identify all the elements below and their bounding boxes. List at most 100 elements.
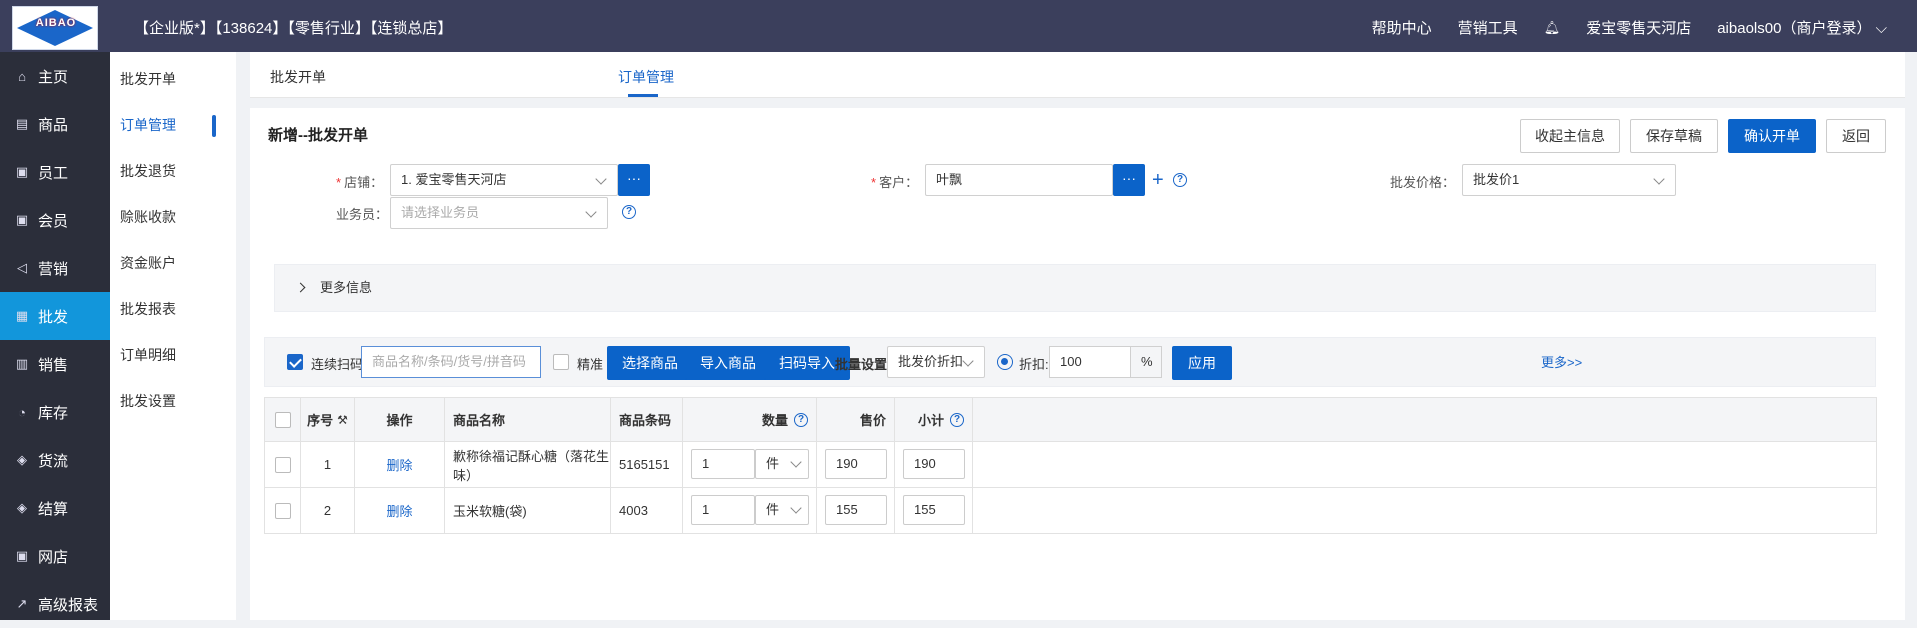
home-icon: ⌂ <box>18 68 26 84</box>
price-value: 155 <box>836 502 858 517</box>
unit-select[interactable]: 件 <box>755 449 809 479</box>
sidebar-item-6[interactable]: ▥ 销售 <box>0 340 110 388</box>
customer-picker-button[interactable]: ··· <box>1113 164 1145 196</box>
discount-radio[interactable] <box>997 354 1013 370</box>
chevron-down-icon <box>595 173 607 185</box>
tab-order-management[interactable]: 订单管理 <box>618 67 674 87</box>
chevron-down-icon: ⌵ <box>1875 20 1887 37</box>
sidebar-item-label: 会员 <box>38 212 69 230</box>
qty-help-icon[interactable]: ? <box>794 412 808 427</box>
price-input[interactable]: 155 <box>825 495 887 525</box>
goods-search-input[interactable]: 商品名称/条码/货号/拼音码 <box>361 346 541 378</box>
marketing-tools-link[interactable]: 营销工具 <box>1458 17 1518 38</box>
seq-cell: 1 <box>301 442 355 487</box>
price-level-select[interactable]: 批发价1 <box>1462 164 1676 196</box>
salesman-select[interactable]: 请选择业务员 <box>390 197 608 229</box>
sidebar-item-label: 货流 <box>38 452 69 470</box>
percent-text: % <box>1141 354 1153 369</box>
more-info-toggle[interactable]: 更多信息 <box>274 264 1876 312</box>
aibao-logo[interactable]: AIBAO <box>12 6 98 50</box>
sales-icon: ▥ <box>15 356 29 371</box>
tab-wholesale-order[interactable]: 批发开单 <box>270 67 326 87</box>
row-checkbox[interactable] <box>274 502 291 519</box>
apply-button[interactable]: 应用 <box>1172 346 1232 380</box>
submenu-item-0[interactable]: 批发开单 <box>110 56 236 102</box>
select-goods-button[interactable]: 选择商品 <box>607 346 693 380</box>
sidebar-item-1[interactable]: ▤ 商品 <box>0 100 110 148</box>
customer-help-icon[interactable]: ? <box>1173 173 1187 187</box>
save-draft-button[interactable]: 保存草稿 <box>1630 119 1718 153</box>
wrench-icon[interactable]: ⚒ <box>337 413 348 427</box>
subtotal-input[interactable]: 155 <box>903 495 965 525</box>
qty-input[interactable]: 1 <box>691 495 755 525</box>
submenu-item-5[interactable]: 批发报表 <box>110 286 236 332</box>
batch-setting-select[interactable]: 批发价折扣 <box>887 346 985 378</box>
more-link[interactable]: 更多>> <box>1541 352 1582 371</box>
user-menu[interactable]: aibaols00（商户登录） ⌵ <box>1717 17 1887 38</box>
store-name[interactable]: 爱宝零售天河店 <box>1586 17 1691 38</box>
sidebar-item-label: 结算 <box>38 500 69 518</box>
sidebar-item-4[interactable]: ◁ 营销 <box>0 244 110 292</box>
top-bar: AIBAO 【企业版*】【138624】【零售行业】【连锁总店】 帮助中心 营销… <box>0 0 1917 52</box>
submenu-item-6[interactable]: 订单明细 <box>110 332 236 378</box>
name-header: 商品名称 <box>445 398 611 441</box>
discount-input[interactable]: 100 <box>1049 346 1131 378</box>
sidebar-item-7[interactable]: ◔ 库存 <box>0 388 110 436</box>
delete-link[interactable]: 删除 <box>355 442 445 487</box>
store-select[interactable]: 1. 爱宝零售天河店 <box>390 164 618 196</box>
submenu-item-1[interactable]: 订单管理 <box>110 102 236 148</box>
submenu-item-3[interactable]: 赊账收款 <box>110 194 236 240</box>
sidebar-item-label: 商品 <box>38 116 69 134</box>
price-level-value: 批发价1 <box>1473 172 1520 187</box>
barcode-header: 商品条码 <box>611 398 683 441</box>
seq-header-label: 序号 <box>307 413 334 428</box>
more-info-label: 更多信息 <box>320 280 373 295</box>
member-icon: ▣ <box>15 212 29 227</box>
import-goods-button[interactable]: 导入商品 <box>685 346 771 380</box>
store-label-text: 店铺： <box>344 175 384 190</box>
sidebar-item-3[interactable]: ▣ 会员 <box>0 196 110 244</box>
submenu-item-4[interactable]: 资金账户 <box>110 240 236 286</box>
submenu-item-7[interactable]: 批发设置 <box>110 378 236 424</box>
qty-value: 1 <box>702 456 710 471</box>
sidebar-item-11[interactable]: ↗ 高级报表 <box>0 580 110 628</box>
barcode-cell: 4003 <box>611 488 683 533</box>
sidebar-item-10[interactable]: ▣ 网店 <box>0 532 110 580</box>
name-cell: 歉称徐福记酥心糖（落花生味） <box>445 442 611 487</box>
continuous-scan-checkbox[interactable] <box>287 354 303 370</box>
help-center-link[interactable]: 帮助中心 <box>1372 17 1432 38</box>
search-placeholder: 商品名称/条码/货号/拼音码 <box>372 354 526 369</box>
main-panel: 新增--批发开单 收起主信息 保存草稿 确认开单 返回 * 店铺： 1. 爱宝零售… <box>250 108 1905 620</box>
price-cell: 155 <box>817 488 895 533</box>
collapse-info-button[interactable]: 收起主信息 <box>1520 119 1620 153</box>
qty-input[interactable]: 1 <box>691 449 755 479</box>
customer-input[interactable]: 叶飘 <box>925 164 1113 196</box>
subtotal-help-icon[interactable]: ? <box>950 412 964 427</box>
subtotal-header: 小计? <box>895 398 973 441</box>
sidebar-item-8[interactable]: ◈ 货流 <box>0 436 110 484</box>
unit-select[interactable]: 件 <box>755 495 809 525</box>
store-picker-button[interactable]: ··· <box>618 164 650 196</box>
batch-setting-value: 批发价折扣 <box>898 354 964 369</box>
submenu-item-2[interactable]: 批发退货 <box>110 148 236 194</box>
salesman-help-icon[interactable]: ? <box>622 205 636 219</box>
confirm-order-button[interactable]: 确认开单 <box>1728 119 1816 153</box>
exact-match-checkbox[interactable] <box>553 354 569 370</box>
tab-bar: 批发开单 订单管理 <box>250 52 1905 98</box>
price-input[interactable]: 190 <box>825 449 887 479</box>
select-all-checkbox[interactable] <box>274 411 291 428</box>
back-button[interactable]: 返回 <box>1826 119 1886 153</box>
price-label: 批发价格： <box>1390 175 1456 190</box>
bell-icon[interactable]: 🔔︎ <box>1544 20 1561 36</box>
row-checkbox[interactable] <box>274 456 291 473</box>
add-customer-icon[interactable]: + <box>1152 170 1164 190</box>
sidebar-item-2[interactable]: ▣ 员工 <box>0 148 110 196</box>
delete-link[interactable]: 删除 <box>355 488 445 533</box>
sidebar-item-5[interactable]: ▦ 批发 <box>0 292 110 340</box>
qty-header: 数量? <box>683 398 817 441</box>
subtotal-input[interactable]: 190 <box>903 449 965 479</box>
sidebar-item-0[interactable]: ⌂ 主页 <box>0 52 110 100</box>
sidebar-item-label: 高级报表 <box>38 596 99 614</box>
sidebar-item-9[interactable]: ◈ 结算 <box>0 484 110 532</box>
continuous-scan-label: 连续扫码 <box>311 357 364 372</box>
